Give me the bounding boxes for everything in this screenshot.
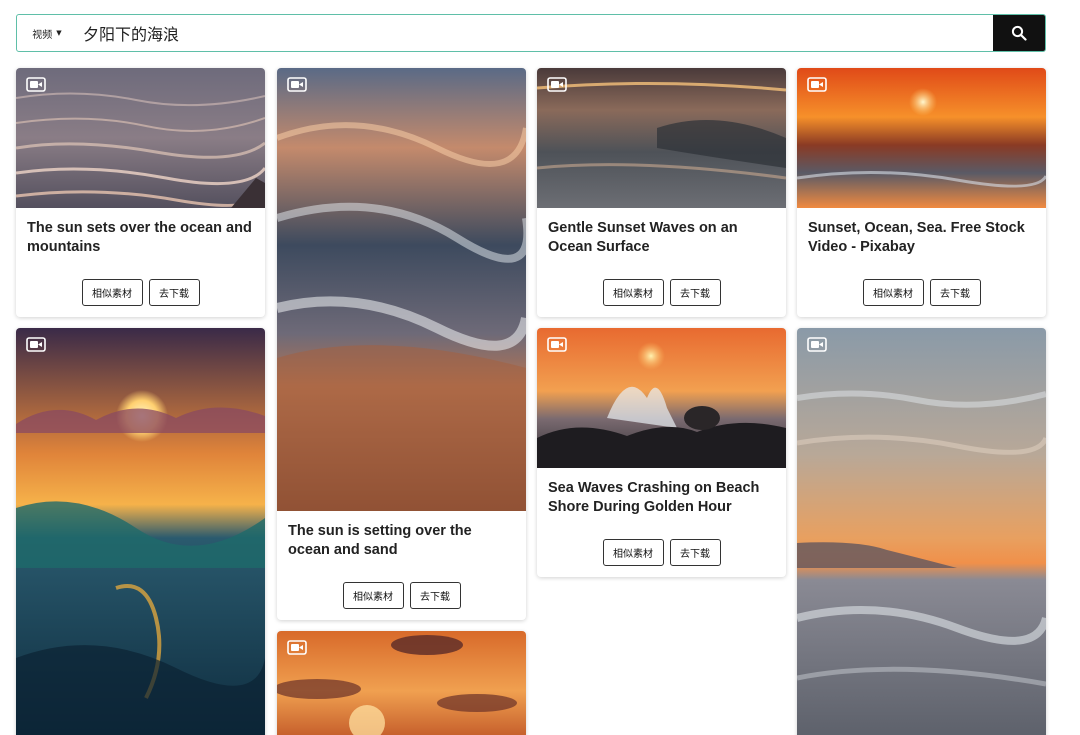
media-type-select[interactable]: 视频 ▼ xyxy=(17,15,77,51)
video-thumbnail[interactable] xyxy=(537,328,786,468)
download-button[interactable]: 去下载 xyxy=(669,279,721,306)
similar-assets-button[interactable]: 相似素材 xyxy=(602,539,664,566)
download-button[interactable]: 去下载 xyxy=(409,582,461,609)
result-card[interactable]: Sunset, Ocean, Sea. Free Stock Video - P… xyxy=(797,68,1046,317)
card-title: Gentle Sunset Waves on an Ocean Surface xyxy=(548,220,738,255)
result-card[interactable]: Gentle Sunset Waves on an Ocean Surface … xyxy=(537,68,786,317)
video-camera-icon xyxy=(287,640,307,655)
card-title: Sunset, Ocean, Sea. Free Stock Video - P… xyxy=(808,220,1025,255)
result-card[interactable] xyxy=(277,631,526,735)
search-bar: 视频 ▼ xyxy=(16,14,1046,52)
card-title: The sun sets over the ocean and mountain… xyxy=(27,220,252,255)
video-thumbnail[interactable] xyxy=(797,328,1046,735)
similar-assets-button[interactable]: 相似素材 xyxy=(81,279,143,306)
search-input[interactable] xyxy=(77,15,993,51)
caret-down-icon: ▼ xyxy=(56,29,62,37)
video-thumbnail[interactable] xyxy=(16,328,265,735)
similar-assets-button[interactable]: 相似素材 xyxy=(862,279,924,306)
video-thumbnail[interactable] xyxy=(277,631,526,735)
card-title: Sea Waves Crashing on Beach Shore During… xyxy=(548,480,760,515)
video-camera-icon xyxy=(807,77,827,92)
video-camera-icon xyxy=(26,77,46,92)
video-thumbnail[interactable] xyxy=(537,68,786,208)
result-card[interactable]: The sun is setting over the ocean and sa… xyxy=(277,68,526,620)
result-card[interactable]: The sun sets over the ocean and mountain… xyxy=(16,68,265,317)
video-camera-icon xyxy=(287,77,307,92)
video-camera-icon xyxy=(807,337,827,352)
download-button[interactable]: 去下载 xyxy=(669,539,721,566)
similar-assets-button[interactable]: 相似素材 xyxy=(342,582,404,609)
video-camera-icon xyxy=(26,337,46,352)
search-button[interactable] xyxy=(993,15,1045,51)
video-thumbnail[interactable] xyxy=(277,68,526,511)
similar-assets-button[interactable]: 相似素材 xyxy=(602,279,664,306)
download-button[interactable]: 去下载 xyxy=(148,279,200,306)
media-type-label: 视频 xyxy=(32,29,53,41)
result-card[interactable] xyxy=(797,328,1046,735)
result-card[interactable]: Sea Waves Crashing on Beach Shore During… xyxy=(537,328,786,577)
result-card[interactable] xyxy=(16,328,265,735)
search-icon xyxy=(1011,25,1027,41)
download-button[interactable]: 去下载 xyxy=(929,279,981,306)
card-title: The sun is setting over the ocean and sa… xyxy=(288,523,472,558)
video-thumbnail[interactable] xyxy=(797,68,1046,208)
video-camera-icon xyxy=(547,77,567,92)
video-thumbnail[interactable] xyxy=(16,68,265,208)
video-camera-icon xyxy=(547,337,567,352)
